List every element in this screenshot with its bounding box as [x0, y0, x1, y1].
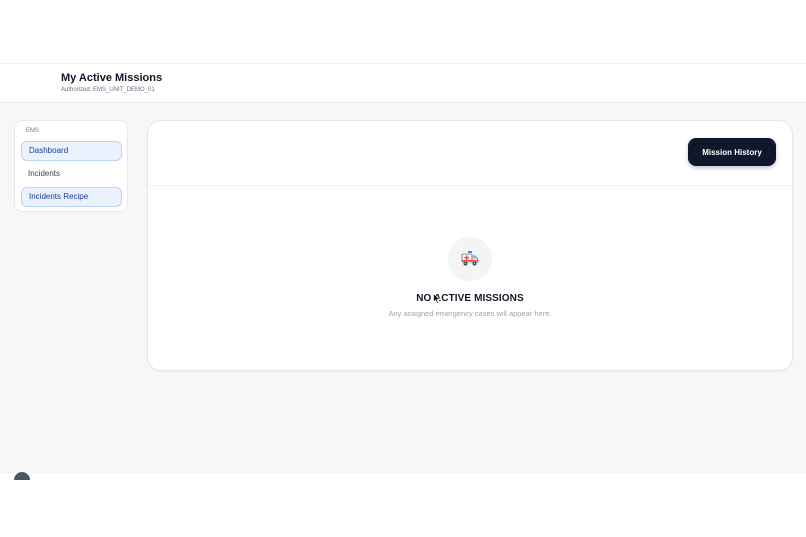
page-title: My Active Missions: [61, 72, 163, 84]
page-subtitle: Authorized: EMS_UNIT_DEMO_01: [61, 87, 155, 93]
app-shell: My Active Missions Authorized: EMS_UNIT_…: [0, 63, 806, 473]
sidebar: EMS Dashboard Incidents Incidents Recipe: [14, 120, 128, 212]
sidebar-item-incidents[interactable]: Incidents: [21, 164, 122, 184]
avatar[interactable]: [14, 472, 30, 480]
sidebar-item-dashboard[interactable]: Dashboard: [21, 141, 122, 161]
empty-state-title: NO ACTIVE MISSIONS: [416, 293, 524, 304]
page-header: My Active Missions Authorized: EMS_UNIT_…: [0, 63, 806, 103]
empty-state-icon-circle: [448, 237, 492, 281]
ambulance-icon: [461, 251, 479, 266]
sidebar-heading: EMS: [26, 128, 40, 134]
mission-history-button[interactable]: Mission History: [688, 138, 776, 166]
sidebar-item-incidents-recipe[interactable]: Incidents Recipe: [21, 187, 122, 207]
empty-state-description: Any assigned emergency cases will appear…: [388, 309, 552, 318]
card-divider: [148, 185, 792, 186]
mouse-cursor-icon: [433, 293, 441, 304]
missions-card: Mission History NO ACTIVE MISSIONS Any a…: [147, 120, 793, 371]
